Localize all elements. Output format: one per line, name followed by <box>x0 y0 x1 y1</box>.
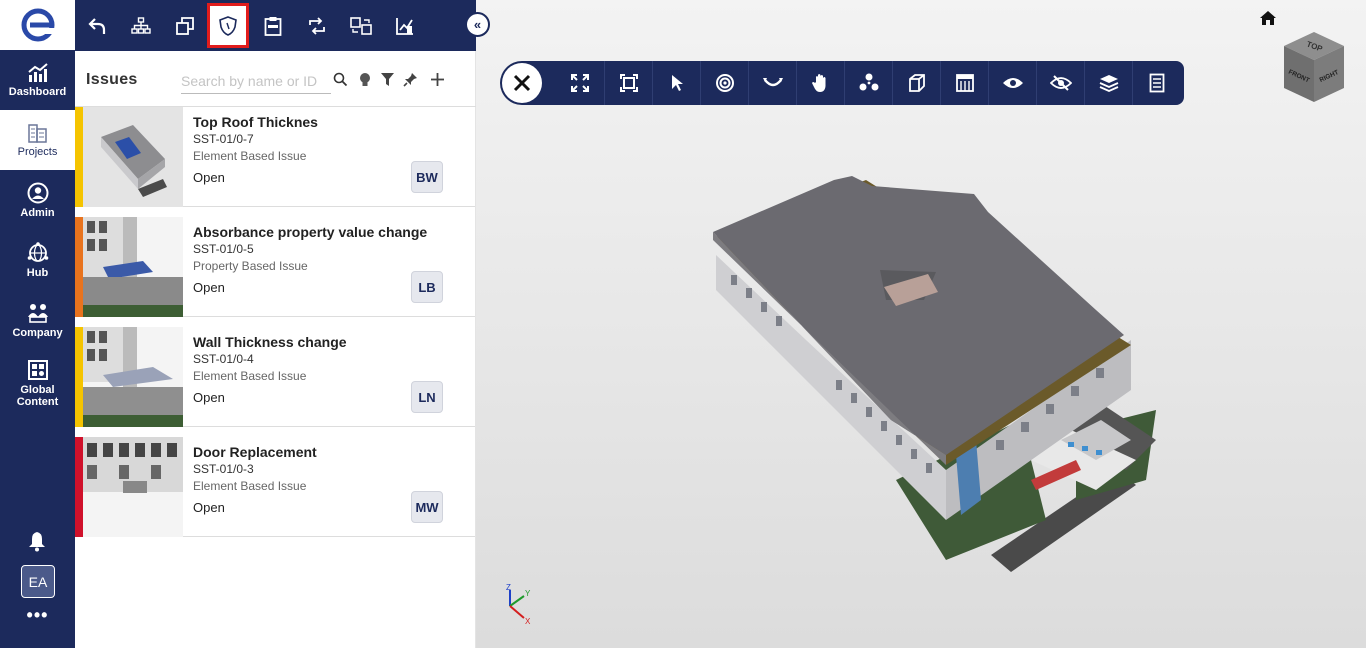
priority-bar <box>75 107 83 207</box>
issue-card[interactable]: Door Replacement SST-01/0-3 Element Base… <box>75 437 475 537</box>
compare-button[interactable] <box>340 3 382 48</box>
issue-card[interactable]: Top Roof Thicknes SST-01/0-7 Element Bas… <box>75 107 475 207</box>
copy-button[interactable] <box>164 3 206 48</box>
hub-globe-icon <box>27 241 48 262</box>
nav-label: Global Content <box>16 383 59 408</box>
issue-status: Open <box>193 500 225 515</box>
assignee-badge[interactable]: MW <box>411 491 443 523</box>
bell-icon[interactable] <box>26 530 48 552</box>
nav-label: Hub <box>26 266 49 279</box>
search-input[interactable] <box>181 68 331 94</box>
copy-icon <box>176 16 194 35</box>
undo-arrow-icon <box>88 17 106 34</box>
nav-label: Company <box>12 326 63 339</box>
issues-toolbar <box>75 0 476 51</box>
building-model[interactable] <box>476 0 1366 648</box>
issue-type: Element Based Issue <box>193 149 307 163</box>
logo-icon <box>21 8 55 42</box>
nav-global-content[interactable]: Global Content <box>0 352 75 414</box>
dashboard-chart-icon <box>27 62 48 82</box>
issue-status: Open <box>193 390 225 405</box>
main-nav: Dashboard Projects Admin Hub Company Glo… <box>0 0 75 648</box>
issue-thumbnail <box>83 327 183 427</box>
axis-y-label: Y <box>525 589 531 598</box>
priority-bar <box>75 217 83 317</box>
issue-status: Open <box>193 170 225 185</box>
issue-card[interactable]: Wall Thickness change SST-01/0-4 Element… <box>75 327 475 427</box>
analytics-button[interactable] <box>384 3 426 48</box>
rfi-button[interactable] <box>252 3 294 48</box>
nav-projects[interactable]: Projects <box>0 110 75 170</box>
issue-thumbnail <box>83 217 183 317</box>
axis-z-label: Z <box>506 584 511 592</box>
issue-title: Absorbance property value change <box>193 224 428 240</box>
nav-company[interactable]: Company <box>0 290 75 350</box>
nav-dashboard[interactable]: Dashboard <box>0 50 75 110</box>
clipboard-rfi-icon <box>264 16 282 36</box>
issue-id: SST-01/0-4 <box>193 352 254 366</box>
back-button[interactable] <box>76 3 118 48</box>
hierarchy-icon <box>131 16 151 34</box>
issue-status: Open <box>193 280 225 295</box>
issues-shield-button[interactable] <box>207 3 249 48</box>
issue-title: Top Roof Thicknes <box>193 114 318 130</box>
priority-bar <box>75 327 83 427</box>
filter-icon[interactable] <box>380 72 395 87</box>
more-icon[interactable]: ••• <box>0 605 75 626</box>
issue-id: SST-01/0-7 <box>193 132 254 146</box>
hierarchy-button[interactable] <box>120 3 162 48</box>
priority-bar <box>75 437 83 537</box>
sync-icon <box>309 16 325 35</box>
issue-type: Element Based Issue <box>193 479 307 493</box>
pin-icon[interactable] <box>403 72 418 87</box>
issue-card[interactable]: Absorbance property value change SST-01/… <box>75 217 475 317</box>
panel-title: Issues <box>86 71 138 88</box>
issue-title: Door Replacement <box>193 444 317 460</box>
issue-id: SST-01/0-3 <box>193 462 254 476</box>
add-icon[interactable] <box>430 72 445 87</box>
nav-label: Dashboard <box>8 85 67 98</box>
app-logo[interactable] <box>0 0 75 50</box>
assignee-badge[interactable]: BW <box>411 161 443 193</box>
assignee-badge[interactable]: LN <box>411 381 443 413</box>
analytics-icon <box>396 17 413 35</box>
issues-panel: Issues Top Roof Thicknes SST-01/0-7 Elem… <box>75 51 476 648</box>
projects-building-icon <box>27 123 47 143</box>
nav-label: Admin <box>20 206 55 219</box>
admin-user-icon <box>27 182 48 203</box>
bulb-icon[interactable] <box>358 72 372 87</box>
issue-id: SST-01/0-5 <box>193 242 254 256</box>
issue-type: Element Based Issue <box>193 369 307 383</box>
user-avatar[interactable]: EA <box>21 565 55 598</box>
issue-title: Wall Thickness change <box>193 334 347 350</box>
nav-hub[interactable]: Hub <box>0 230 75 290</box>
issue-thumbnail <box>83 437 183 537</box>
nav-admin[interactable]: Admin <box>0 170 75 230</box>
model-viewer[interactable]: TOP FRONT RIGHT Z Y X <box>476 0 1366 648</box>
axis-x-label: X <box>525 617 531 626</box>
collapse-panel-button[interactable]: « <box>465 12 490 37</box>
compare-icon <box>350 16 372 35</box>
issue-thumbnail <box>83 107 183 207</box>
search-icon[interactable] <box>333 72 348 87</box>
issue-type: Property Based Issue <box>193 259 308 273</box>
axis-gizmo: Z Y X <box>506 584 531 626</box>
company-people-icon <box>27 303 48 323</box>
nav-label: Projects <box>17 145 58 158</box>
shield-icon <box>219 15 237 36</box>
global-content-icon <box>27 359 48 380</box>
sync-button[interactable] <box>296 3 338 48</box>
assignee-badge[interactable]: LB <box>411 271 443 303</box>
